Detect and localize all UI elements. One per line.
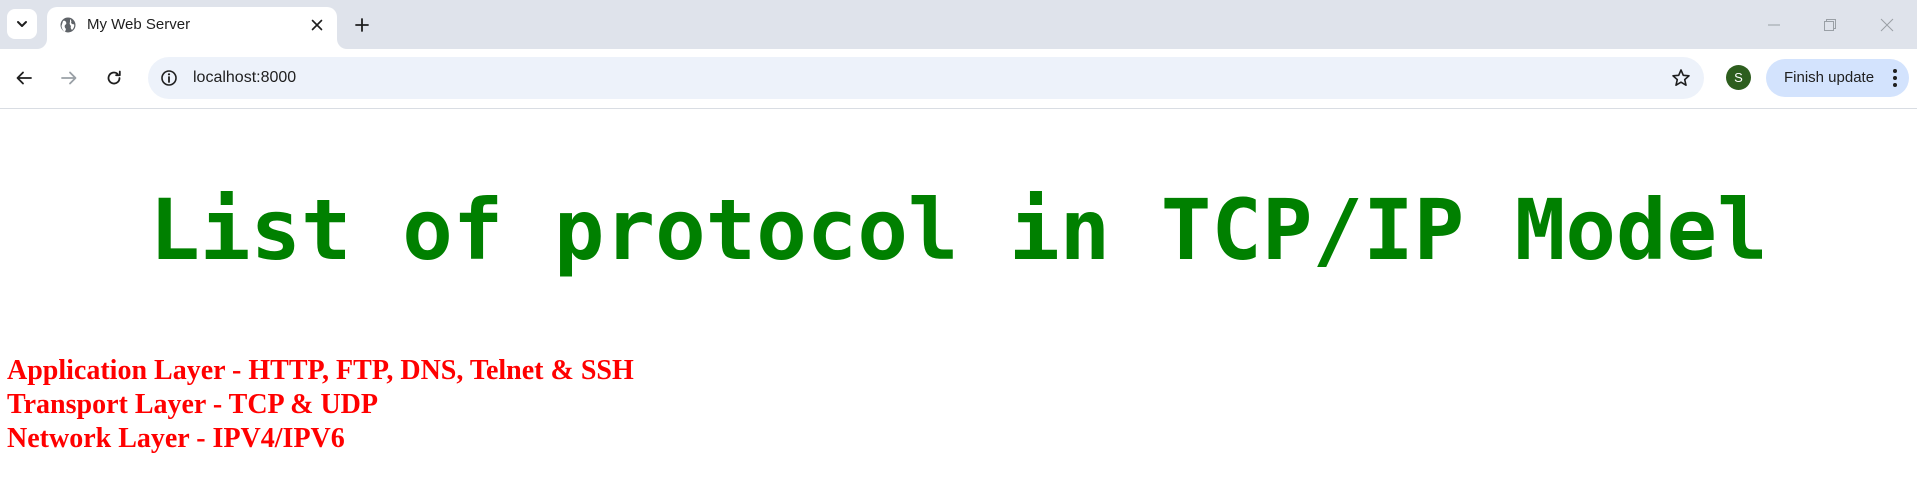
- reload-icon: [107, 70, 121, 85]
- new-tab-button[interactable]: [349, 12, 375, 38]
- globe-icon: [60, 17, 76, 33]
- browser-toolbar: localhost:8000 S Finish update: [0, 49, 1917, 109]
- arrow-left-icon: [16, 71, 32, 85]
- finish-update-label: Finish update: [1784, 69, 1875, 86]
- window-close-button[interactable]: [1872, 10, 1902, 40]
- profile-avatar[interactable]: S: [1726, 65, 1751, 90]
- back-button[interactable]: [7, 61, 41, 95]
- site-info-button[interactable]: [156, 65, 182, 91]
- url-text[interactable]: localhost:8000: [193, 68, 296, 88]
- more-vert-icon: [1893, 69, 1897, 87]
- close-icon: [1880, 18, 1894, 32]
- page-heading: List of protocol in TCP/IP Model: [149, 181, 1768, 279]
- info-icon: [161, 70, 177, 86]
- restore-icon: [1824, 19, 1836, 31]
- finish-update-button[interactable]: Finish update: [1766, 59, 1909, 97]
- close-icon: [311, 19, 323, 31]
- protocol-layer-list: Application Layer - HTTP, FTP, DNS, Teln…: [7, 354, 634, 456]
- network-layer-text: Network Layer - IPV4/IPV6: [7, 423, 345, 454]
- address-bar[interactable]: localhost:8000: [148, 57, 1704, 99]
- forward-button[interactable]: [52, 61, 86, 95]
- plus-icon: [355, 18, 369, 32]
- reload-button[interactable]: [97, 61, 131, 95]
- page-content: List of protocol in TCP/IP Model Applica…: [0, 109, 1917, 485]
- chevron-down-icon: [17, 21, 27, 27]
- tab-title: My Web Server: [87, 16, 191, 33]
- tab-search-button[interactable]: [7, 9, 37, 39]
- application-layer-text: Application Layer - HTTP, FTP, DNS, Teln…: [7, 355, 634, 386]
- arrow-right-icon: [61, 71, 77, 85]
- tab-strip: My Web Server: [0, 0, 1917, 49]
- transport-layer-text: Transport Layer - TCP & UDP: [7, 389, 378, 420]
- minimize-button[interactable]: [1759, 10, 1789, 40]
- browser-tab[interactable]: My Web Server: [47, 7, 337, 49]
- star-icon: [1672, 69, 1690, 86]
- bookmark-button[interactable]: [1668, 65, 1694, 91]
- tab-close-button[interactable]: [307, 15, 327, 35]
- restore-button[interactable]: [1815, 10, 1845, 40]
- minimize-icon: [1768, 24, 1780, 26]
